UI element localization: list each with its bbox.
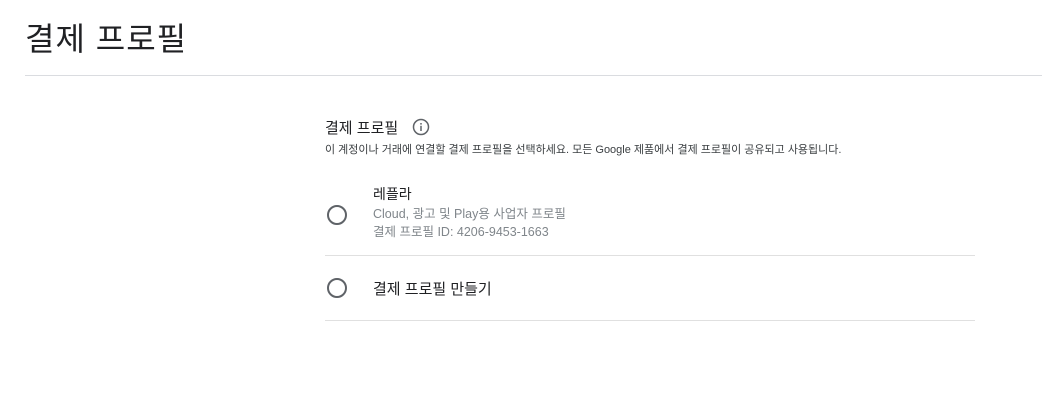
billing-profile-page: 결제 프로필 결제 프로필 이 계정이나 거래에 연결할 결제 프로필을 선택하… bbox=[0, 0, 1042, 401]
radio-button-profile[interactable] bbox=[327, 205, 347, 225]
info-icon[interactable] bbox=[412, 118, 430, 136]
radio-button-create[interactable] bbox=[327, 278, 347, 298]
profile-option-details: 레플라 Cloud, 광고 및 Play용 사업자 프로필 결제 프로필 ID:… bbox=[373, 185, 566, 241]
option-divider bbox=[325, 320, 975, 321]
section-title: 결제 프로필 bbox=[325, 119, 399, 137]
profile-subtitle: Cloud, 광고 및 Play용 사업자 프로필 bbox=[373, 207, 566, 221]
section-description: 이 계정이나 거래에 연결할 결제 프로필을 선택하세요. 모든 Google … bbox=[325, 144, 842, 156]
create-profile-label: 결제 프로필 만들기 bbox=[373, 280, 492, 298]
title-divider bbox=[25, 75, 1042, 76]
section-header: 결제 프로필 bbox=[325, 114, 975, 140]
profile-id: 결제 프로필 ID: 4206-9453-1663 bbox=[373, 225, 549, 239]
create-profile-option[interactable]: 결제 프로필 만들기 bbox=[325, 256, 975, 320]
billing-profile-section: 결제 프로필 이 계정이나 거래에 연결할 결제 프로필을 선택하세요. 모든 … bbox=[325, 114, 975, 321]
page-title: 결제 프로필 bbox=[25, 21, 188, 57]
profile-name: 레플라 bbox=[373, 186, 412, 202]
profile-option-reple[interactable]: 레플라 Cloud, 광고 및 Play용 사업자 프로필 결제 프로필 ID:… bbox=[325, 185, 975, 255]
